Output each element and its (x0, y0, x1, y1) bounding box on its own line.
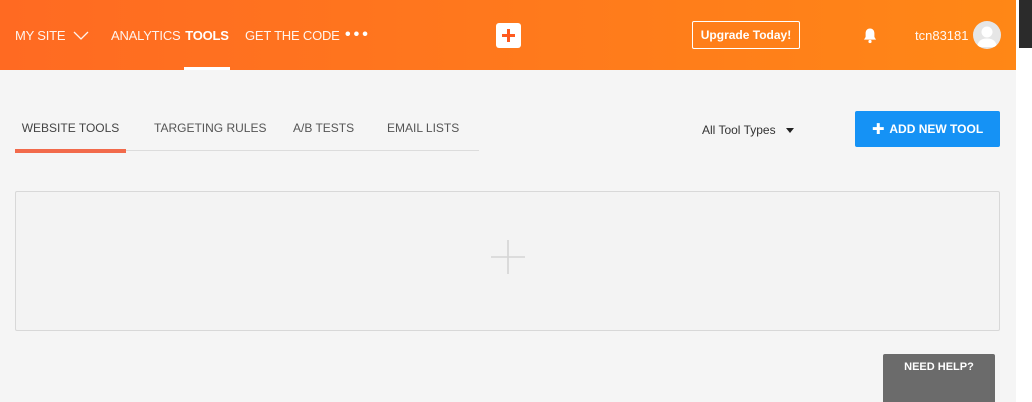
chevron-down-icon (73, 28, 89, 43)
my-site-label: MY SITE (15, 27, 66, 43)
window-edge (1016, 0, 1032, 402)
plus-icon (502, 29, 515, 42)
caret-down-icon (785, 127, 794, 133)
create-button[interactable] (496, 23, 521, 48)
plus-icon: ✚ (871, 120, 885, 138)
my-site-menu[interactable]: MY SITE (15, 0, 89, 70)
active-nav-indicator (184, 67, 230, 70)
username[interactable]: tcn83181 (915, 0, 969, 70)
need-help-button[interactable]: NEED HELP? (883, 354, 995, 402)
nav-analytics[interactable]: ANALYTICS (111, 0, 181, 70)
tab-targeting-rules[interactable]: TARGETING RULES (154, 112, 266, 150)
tools-tabs: WEBSITE TOOLS TARGETING RULES A/B TESTS … (15, 112, 479, 153)
add-tool-placeholder[interactable] (15, 191, 1000, 331)
nav-tools[interactable]: TOOLS (184, 0, 230, 70)
upgrade-button[interactable]: Upgrade Today! (692, 21, 800, 49)
bell-icon[interactable] (862, 27, 878, 44)
tab-email-lists[interactable]: EMAIL LISTS (387, 112, 459, 150)
top-navbar: MY SITE ANALYTICS TOOLS GET THE CODE •••… (0, 0, 1016, 70)
nav-get-the-code[interactable]: GET THE CODE (245, 0, 340, 70)
tab-website-tools[interactable]: WEBSITE TOOLS (15, 112, 126, 153)
nav-tools-label: TOOLS (185, 27, 229, 43)
tab-ab-tests[interactable]: A/B TESTS (293, 112, 354, 150)
active-tab-indicator (15, 149, 126, 153)
add-new-tool-label: ADD NEW TOOL (889, 122, 984, 136)
add-placeholder-plus-icon (491, 240, 525, 274)
tab-website-tools-label: WEBSITE TOOLS (21, 121, 120, 135)
more-menu-icon[interactable]: ••• (345, 0, 371, 70)
tool-type-dropdown[interactable]: All Tool Types (702, 120, 794, 140)
add-new-tool-button[interactable]: ✚ ADD NEW TOOL (855, 111, 1000, 147)
window-edge-dark (1019, 0, 1032, 48)
tool-type-label: All Tool Types (702, 123, 776, 137)
avatar[interactable] (973, 21, 1001, 49)
